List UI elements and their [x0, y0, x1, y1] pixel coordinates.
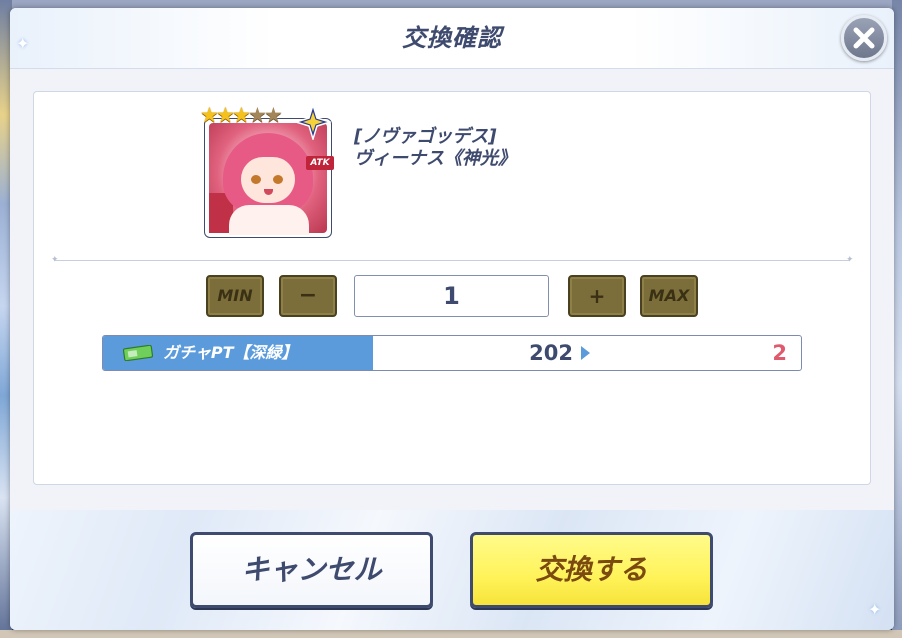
content-panel: ★ ★ ★ ★ ★ ATK [ノヴァゴッデス] ヴィーナス《神光》 ✦ ✦ MI… — [33, 91, 871, 485]
sparkle-icon: ✦ — [868, 600, 882, 619]
dialog-footer: ✦ キャンセル 交換する — [10, 510, 894, 630]
close-icon — [853, 27, 875, 49]
ticket-icon — [123, 345, 153, 361]
currency-label-box: ガチャPT【深緑】 — [103, 336, 373, 370]
currency-label: ガチャPT【深緑】 — [163, 343, 298, 362]
currency-current-value: 202 — [529, 341, 573, 365]
dialog-body: ★ ★ ★ ★ ★ ATK [ノヴァゴッデス] ヴィーナス《神光》 ✦ ✦ MI… — [10, 69, 894, 510]
currency-after-value: 2 — [772, 341, 787, 365]
decrement-button[interactable]: − — [279, 275, 337, 317]
dialog-header: ✦ 交換確認 — [10, 8, 894, 69]
quantity-field[interactable]: 1 — [354, 275, 549, 317]
rank-star-icon — [295, 104, 331, 140]
arrow-right-icon — [581, 346, 590, 360]
cancel-button[interactable]: キャンセル — [190, 532, 433, 608]
currency-row: ガチャPT【深緑】 202 2 — [102, 335, 802, 371]
close-button[interactable] — [841, 15, 887, 61]
max-button[interactable]: MAX — [640, 275, 698, 317]
increment-button[interactable]: + — [568, 275, 626, 317]
exchange-confirm-dialog: ✦ 交換確認 ★ ★ ★ ★ ★ ATK [ノヴァゴッデス] ヴィーナス《神光》… — [10, 8, 894, 630]
star-empty-icon: ★ — [264, 103, 283, 127]
min-button[interactable]: MIN — [206, 275, 264, 317]
item-name: ヴィーナス《神光》 — [354, 148, 516, 169]
background-bottom — [0, 630, 902, 638]
divider: ✦ ✦ — [51, 255, 854, 265]
dialog-title: 交換確認 — [402, 24, 502, 52]
atk-badge: ATK — [306, 156, 334, 170]
exchange-button[interactable]: 交換する — [470, 532, 713, 608]
